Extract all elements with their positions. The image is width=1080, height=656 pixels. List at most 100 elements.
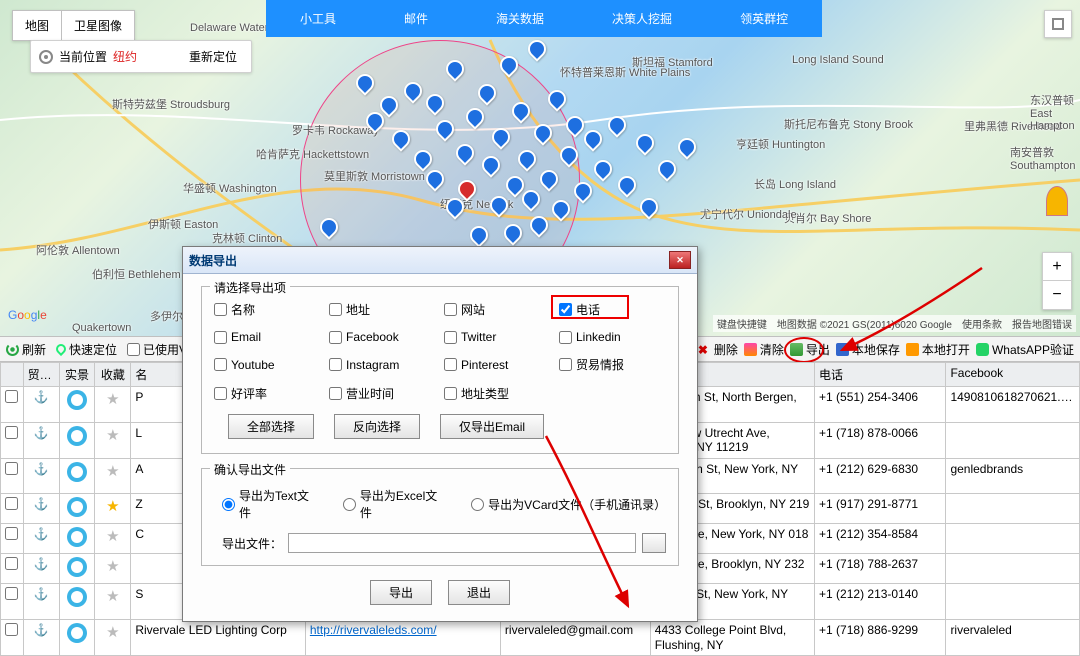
check-rating[interactable]: 好评率: [214, 385, 321, 402]
row-checkbox[interactable]: [5, 426, 18, 439]
file-path-input[interactable]: [288, 533, 636, 553]
checkbox-input[interactable]: [214, 331, 227, 344]
export-button[interactable]: 导出: [370, 580, 432, 605]
star-icon[interactable]: ★: [106, 427, 119, 444]
checkbox-input[interactable]: [214, 303, 227, 316]
checkbox-input[interactable]: [444, 303, 457, 316]
top-menu-item-4[interactable]: 领英群控: [706, 0, 822, 37]
radio-text[interactable]: 导出为Text文件: [222, 487, 321, 521]
star-icon[interactable]: ★: [106, 588, 119, 605]
checkbox-input[interactable]: [329, 303, 342, 316]
check-name[interactable]: 名称: [214, 301, 321, 318]
check-phone[interactable]: 电话: [559, 301, 666, 318]
checkbox-input[interactable]: [329, 358, 342, 371]
checkbox-input[interactable]: [329, 387, 342, 400]
check-addrtype[interactable]: 地址类型: [444, 385, 551, 402]
fullscreen-button[interactable]: [1044, 10, 1072, 38]
pegman-icon[interactable]: [1046, 186, 1068, 216]
check-email[interactable]: Email: [214, 330, 321, 344]
star-icon[interactable]: ★: [106, 528, 119, 545]
check-youtube[interactable]: Youtube: [214, 356, 321, 373]
check-web[interactable]: 网站: [444, 301, 551, 318]
row-checkbox[interactable]: [5, 623, 18, 636]
check-hours[interactable]: 营业时间: [329, 385, 436, 402]
map-pin-icon[interactable]: [654, 156, 679, 181]
row-checkbox[interactable]: [5, 587, 18, 600]
relocate-button[interactable]: 重新定位: [183, 46, 243, 67]
streetview-icon[interactable]: [67, 527, 87, 547]
check-addr[interactable]: 地址: [329, 301, 436, 318]
streetview-icon[interactable]: [67, 587, 87, 607]
check-twitter[interactable]: Twitter: [444, 330, 551, 344]
checkbox-input[interactable]: [214, 387, 227, 400]
tb-whatsapp[interactable]: WhatsAPP验证: [976, 341, 1074, 358]
checkbox-input[interactable]: [444, 358, 457, 371]
zoom-out-button[interactable]: −: [1043, 281, 1071, 309]
invert-select-button[interactable]: 反向选择: [334, 414, 420, 439]
top-menu-item-3[interactable]: 决策人挖掘: [578, 0, 706, 37]
tb-refresh[interactable]: 刷新: [6, 341, 46, 358]
map-type-satellite[interactable]: 卫星图像: [62, 11, 134, 40]
map-pin-icon[interactable]: [636, 194, 661, 219]
checkbox-input[interactable]: [214, 358, 227, 371]
check-facebook[interactable]: Facebook: [329, 330, 436, 344]
tb-export[interactable]: 导出: [790, 341, 830, 358]
row-checkbox[interactable]: [5, 557, 18, 570]
checkbox-input[interactable]: [559, 331, 572, 344]
row-checkbox[interactable]: [5, 497, 18, 510]
checkbox-input[interactable]: [559, 303, 572, 316]
tb-savelocal[interactable]: 本地保存: [836, 341, 900, 358]
check-trade[interactable]: 贸易情报: [559, 356, 666, 373]
zoom-in-button[interactable]: +: [1043, 253, 1071, 281]
exit-button[interactable]: 退出: [448, 580, 510, 605]
dialog-titlebar[interactable]: 数据导出 ✕: [183, 247, 697, 274]
radio-input[interactable]: [343, 498, 356, 511]
select-all-button[interactable]: 全部选择: [228, 414, 314, 439]
star-icon[interactable]: ★: [106, 558, 119, 575]
radio-excel[interactable]: 导出为Excel文件: [343, 487, 449, 521]
checkbox-input[interactable]: [559, 358, 572, 371]
col-header[interactable]: 实景: [59, 363, 95, 387]
map-pin-icon[interactable]: [632, 130, 657, 155]
map-pin-icon[interactable]: [524, 36, 549, 61]
map-pin-icon[interactable]: [614, 172, 639, 197]
streetview-icon[interactable]: [67, 426, 87, 446]
tb-openlocal[interactable]: 本地打开: [906, 341, 970, 358]
close-icon[interactable]: ✕: [669, 251, 691, 269]
col-header[interactable]: Facebook: [946, 363, 1080, 387]
map-pin-icon[interactable]: [604, 112, 629, 137]
streetview-icon[interactable]: [67, 462, 87, 482]
star-icon[interactable]: ★: [106, 624, 119, 641]
row-checkbox[interactable]: [5, 462, 18, 475]
radio-vcard[interactable]: 导出为VCard文件（手机通讯录）: [471, 487, 666, 521]
table-row[interactable]: ⚓★Rivervale LED Lighting Corphttp://rive…: [1, 620, 1080, 656]
top-menu-item-0[interactable]: 小工具: [266, 0, 370, 37]
radio-input[interactable]: [222, 498, 235, 511]
streetview-icon[interactable]: [67, 497, 87, 517]
col-header[interactable]: 电话: [815, 363, 946, 387]
star-icon[interactable]: ★: [106, 391, 119, 408]
check-linkedin[interactable]: Linkedin: [559, 330, 666, 344]
map-pin-icon[interactable]: [674, 134, 699, 159]
top-menu-item-2[interactable]: 海关数据: [462, 0, 578, 37]
browse-button[interactable]: [642, 533, 666, 553]
streetview-icon[interactable]: [67, 623, 87, 643]
star-icon[interactable]: ★: [106, 498, 119, 515]
checkbox-input[interactable]: [329, 331, 342, 344]
tb-delete[interactable]: ✖删除: [698, 341, 738, 358]
streetview-icon[interactable]: [67, 390, 87, 410]
row-checkbox[interactable]: [5, 390, 18, 403]
row-checkbox[interactable]: [5, 527, 18, 540]
check-pinterest[interactable]: Pinterest: [444, 356, 551, 373]
top-menu-item-1[interactable]: 邮件: [370, 0, 462, 37]
star-icon[interactable]: ★: [106, 463, 119, 480]
col-header[interactable]: 收藏: [95, 363, 131, 387]
radio-input[interactable]: [471, 498, 484, 511]
checkbox-input[interactable]: [444, 387, 457, 400]
tb-quickloc[interactable]: 快速定位: [56, 341, 117, 358]
map-pin-icon[interactable]: [580, 126, 605, 151]
tb-clear[interactable]: 清除: [744, 341, 784, 358]
map-pin-icon[interactable]: [590, 156, 615, 181]
checkbox-input[interactable]: [444, 331, 457, 344]
check-instagram[interactable]: Instagram: [329, 356, 436, 373]
